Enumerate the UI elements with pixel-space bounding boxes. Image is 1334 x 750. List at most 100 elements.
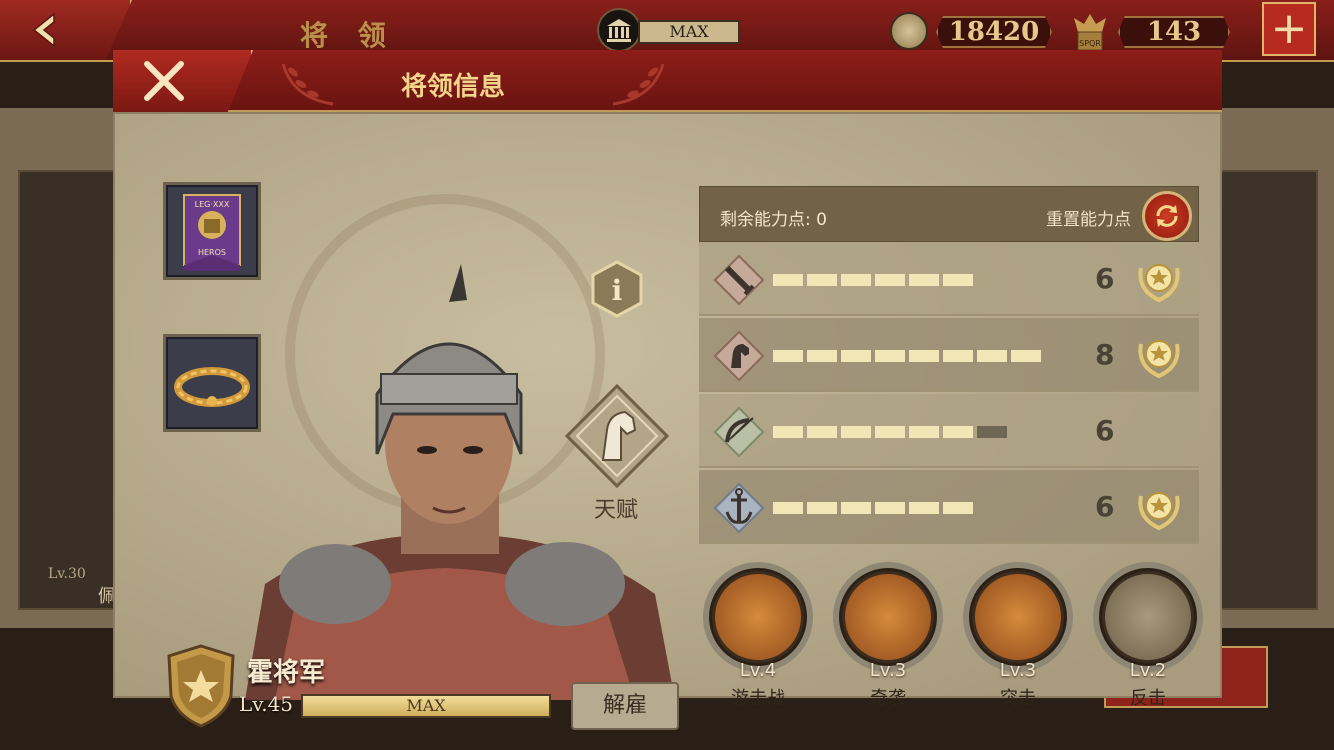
anchor-icon: [713, 482, 765, 534]
skill-raid[interactable]: Lv.3 奇袭: [833, 562, 943, 712]
stat-bar-segment-filled: [773, 350, 803, 362]
stat-bar-segment-filled: [909, 274, 939, 286]
stat-bar-segment-filled: [841, 274, 871, 286]
laurel-left-icon: [281, 63, 334, 106]
stat-value: 6: [1095, 414, 1115, 447]
stat-row-attack: 6: [699, 242, 1199, 316]
stat-bar: [773, 350, 1041, 362]
stat-bar: [773, 274, 973, 286]
bow-icon: [713, 406, 765, 458]
star-rank-badge-icon: [1138, 492, 1180, 531]
rank-shield-icon: [167, 644, 235, 728]
skill-counter[interactable]: Lv.2 反击: [1093, 562, 1203, 712]
skill-name: 游击战: [731, 688, 785, 709]
skill-frame: [963, 562, 1073, 672]
stat-bar-segment-filled: [875, 502, 905, 514]
stat-bar-segment-filled: [909, 502, 939, 514]
laurel-right-icon: [612, 63, 665, 106]
stat-bar-segment-filled: [943, 502, 973, 514]
plus-icon: +: [1270, 3, 1308, 54]
background-general-card[interactable]: [18, 170, 118, 610]
spqr-eagle-icon: SPQR: [1074, 14, 1106, 51]
experience-text: MAX: [406, 696, 446, 715]
stat-bar-segment-empty: [977, 426, 1007, 438]
general-name: 霍将军: [247, 658, 326, 688]
skill-guerrilla[interactable]: Lv.4 游击战: [703, 562, 813, 712]
sword-icon: [713, 254, 765, 306]
stat-value: 6: [1095, 490, 1115, 523]
stat-bar-segment-filled: [841, 426, 871, 438]
stat-bar: [773, 426, 1007, 438]
background-card-level: Lv.30: [48, 566, 86, 582]
reset-points-button[interactable]: [1142, 191, 1192, 241]
stat-bar-segment-filled: [875, 426, 905, 438]
stat-bar-segment-filled: [841, 350, 871, 362]
skill-level: Lv.2: [1129, 660, 1167, 681]
talent-horse-icon[interactable]: [563, 382, 671, 490]
reset-points-label: 重置能力点: [1046, 210, 1131, 230]
star-rank-badge-icon: [1138, 264, 1180, 303]
stat-bar-segment-filled: [773, 426, 803, 438]
svg-text:LEG·XXX: LEG·XXX: [195, 200, 230, 209]
stat-value: 6: [1095, 262, 1115, 295]
screen-title: 将 领: [300, 19, 396, 52]
stat-bar-segment-filled: [807, 426, 837, 438]
ability-points-bar: 剩余能力点: 0 重置能力点: [699, 186, 1199, 242]
stat-bar-segment-filled: [773, 274, 803, 286]
stat-row-navy: 6: [699, 470, 1199, 544]
skill-level: Lv.3: [869, 660, 907, 681]
svg-text:i: i: [612, 274, 623, 307]
stat-bar-segment-filled: [977, 350, 1007, 362]
add-resource-button[interactable]: +: [1262, 2, 1316, 56]
stat-bar-segment-filled: [875, 274, 905, 286]
stat-row-archery: 6: [699, 394, 1199, 468]
skill-name: 奇袭: [870, 688, 906, 709]
charge-skill-icon: [975, 574, 1061, 660]
coin-count: 18420: [936, 16, 1052, 48]
building-level-badge: MAX: [638, 20, 740, 44]
stat-bar-segment-filled: [841, 502, 871, 514]
counter-skill-icon: [1105, 574, 1191, 660]
dismiss-general-button[interactable]: 解雇: [571, 682, 679, 730]
stat-bar-segment-filled: [943, 426, 973, 438]
skill-name: 突击: [1000, 688, 1036, 709]
info-icon[interactable]: i: [591, 260, 643, 318]
dialog-header: 将领信息: [113, 50, 1222, 112]
stat-bar-segment-filled: [943, 350, 973, 362]
close-button[interactable]: [113, 50, 253, 112]
skill-charge[interactable]: Lv.3 突击: [963, 562, 1073, 712]
stat-bar-segment-filled: [875, 350, 905, 362]
star-rank-badge-icon: [1138, 340, 1180, 379]
stat-row-cavalry: 8: [699, 318, 1199, 392]
stat-bar-segment-filled: [1011, 350, 1041, 362]
stat-value: 8: [1095, 338, 1115, 371]
guerrilla-skill-icon: [715, 574, 801, 660]
chevron-left-icon: [32, 12, 55, 48]
horse-icon: [713, 330, 765, 382]
skill-level: Lv.3: [999, 660, 1037, 681]
general-info-dialog: 将领信息 LEG·XXX HEROS i 天赋 霍将军 Lv.45 MAX 解雇…: [113, 50, 1222, 730]
stat-bar: [773, 502, 973, 514]
background-general-card-right[interactable]: [1220, 170, 1318, 610]
stat-bar-segment-filled: [807, 274, 837, 286]
skill-name: 反击: [1130, 688, 1166, 709]
dialog-title: 将领信息: [401, 72, 506, 102]
temple-icon[interactable]: [597, 8, 641, 52]
skill-level: Lv.4: [739, 660, 777, 681]
honor-count: 143: [1118, 16, 1230, 48]
skill-frame: [703, 562, 813, 672]
remaining-points-label: 剩余能力点: 0: [720, 210, 827, 230]
coin-icon: [890, 12, 928, 50]
stat-bar-segment-filled: [909, 426, 939, 438]
stat-bar-segment-filled: [909, 350, 939, 362]
skill-frame: [1093, 562, 1203, 672]
raid-skill-icon: [845, 574, 931, 660]
experience-bar: MAX: [301, 694, 551, 718]
stat-bar-segment-filled: [807, 502, 837, 514]
refresh-icon: [1156, 205, 1178, 227]
close-icon: [144, 61, 184, 101]
talent-label: 天赋: [594, 498, 639, 523]
dialog-body: LEG·XXX HEROS i 天赋 霍将军 Lv.45 MAX 解雇 剩余能力…: [113, 112, 1222, 730]
svg-text:SPQR: SPQR: [1079, 39, 1101, 48]
stat-bar-segment-filled: [943, 274, 973, 286]
